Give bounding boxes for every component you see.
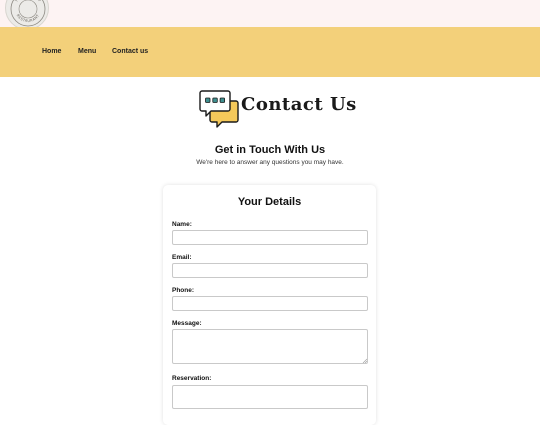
email-input[interactable] [172,263,368,278]
contact-form-card: Your Details Name: Email: Phone: Message… [163,185,376,425]
reservation-input[interactable] [172,385,368,409]
main-navbar: Home Menu Contact us [0,27,540,77]
chat-bubble-icon [199,90,239,128]
svg-text:THE BEAUTY: THE BEAUTY [14,0,42,4]
intro-subtext: We're here to answer any questions you m… [196,159,344,166]
intro-heading: Get in Touch With Us [214,144,326,156]
phone-label: Phone: [172,287,195,294]
message-wrapper [163,329,376,364]
email-label: Email: [172,254,192,261]
restaurant-logo[interactable]: THE BEAUTY RESTAURANT [5,0,49,30]
phone-input[interactable] [172,296,368,311]
nav-contact-link[interactable]: Contact us [112,48,148,55]
page-title: Contact Us [241,94,357,115]
form-title: Your Details [237,196,302,208]
name-label: Name: [172,221,192,228]
nav-home-link[interactable]: Home [42,48,61,55]
top-bar: THE BEAUTY RESTAURANT [0,0,540,30]
message-label: Message: [172,320,202,327]
reservation-label: Reservation: [172,375,212,382]
resize-grip-icon[interactable] [362,358,367,363]
name-input[interactable] [172,230,368,245]
message-textarea[interactable] [172,329,368,364]
contact-hero: Contact Us [0,88,540,130]
nav-menu-link[interactable]: Menu [78,48,96,55]
